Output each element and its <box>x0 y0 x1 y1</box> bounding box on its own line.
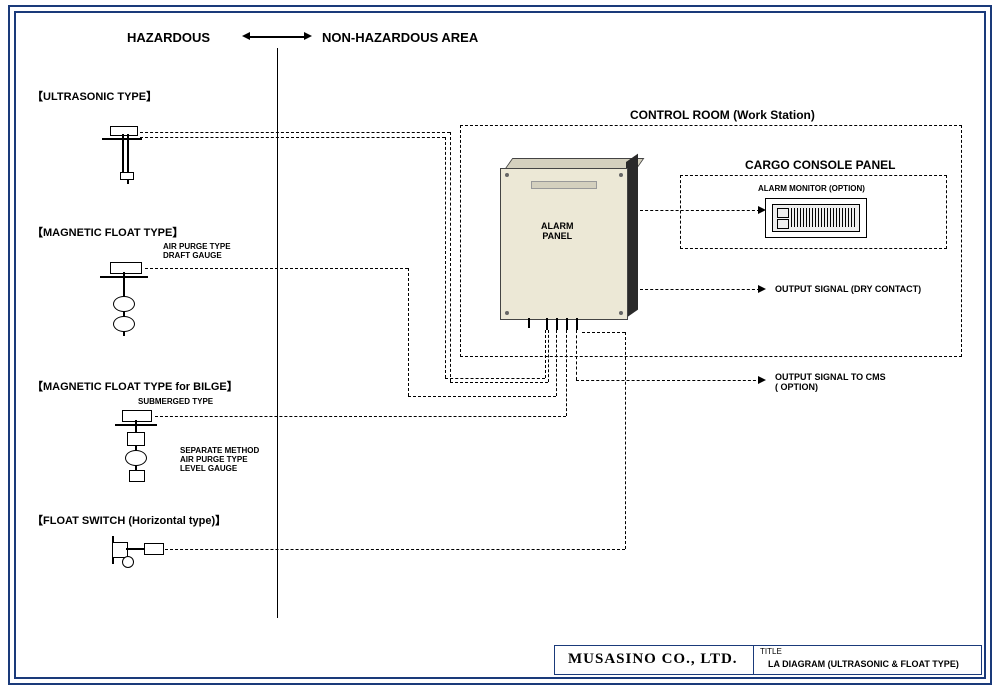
ultrasonic-label: 【ULTRASONIC TYPE】 <box>32 88 157 104</box>
company-label: MUSASINO CO., LTD. <box>568 651 738 668</box>
zone-boundary-line <box>277 48 278 618</box>
wire-magfloat-h2 <box>408 396 556 397</box>
wire-panel-monitor <box>640 210 760 211</box>
wire-dry-contact <box>640 289 760 290</box>
magfloat-bilge-label: 【MAGNETIC FLOAT TYPE for BILGE】 <box>32 378 238 394</box>
wire-ultrasonic-h2 <box>140 137 445 138</box>
floatswitch-label: 【FLOAT SWITCH (Horizontal type)】 <box>32 512 226 528</box>
nonhazardous-label: NON-HAZARDOUS AREA <box>322 30 478 45</box>
wire-ultrasonic-h1 <box>140 132 450 133</box>
wire-floatswitch-h <box>165 549 625 550</box>
alarm-monitor-icon <box>765 198 867 238</box>
wire-ultrasonic-v2 <box>445 137 446 378</box>
title-heading-label: TITLE <box>760 647 782 656</box>
magfloat-bilge-note1-label: SUBMERGED TYPE <box>138 397 213 406</box>
magfloat-note-label: AIR PURGE TYPE DRAFT GAUGE <box>163 242 231 260</box>
wire-floatswitch-h2 <box>582 332 625 333</box>
wire-bilge-v <box>566 330 567 416</box>
cms-label: OUTPUT SIGNAL TO CMS ( OPTION) <box>775 372 886 392</box>
magfloat-label: 【MAGNETIC FLOAT TYPE】 <box>32 224 183 240</box>
arrow-icon <box>758 285 766 293</box>
control-room-label: CONTROL ROOM (Work Station) <box>630 108 815 122</box>
title-value-label: LA DIAGRAM (ULTRASONIC & FLOAT TYPE) <box>768 659 959 669</box>
zone-arrow-left-icon <box>242 32 250 40</box>
wire-cms-v <box>576 330 577 380</box>
zone-arrow-line <box>250 36 304 38</box>
alarm-monitor-label: ALARM MONITOR (OPTION) <box>758 184 865 193</box>
wire-ultrasonic-h4 <box>450 382 548 383</box>
hazardous-label: HAZARDOUS <box>127 30 210 45</box>
zone-arrow-right-icon <box>304 32 312 40</box>
wire-magfloat-v <box>408 268 409 396</box>
magfloat-bilge-note2-label: SEPARATE METHOD AIR PURGE TYPE LEVEL GAU… <box>180 446 259 473</box>
alarm-panel-icon: ALARM PANEL <box>500 158 650 333</box>
arrow-icon <box>758 206 766 214</box>
wire-magfloat-h1 <box>145 268 408 269</box>
wire-ultrasonic-h3 <box>445 378 545 379</box>
wire-ultrasonic-v1 <box>450 132 451 382</box>
dry-contact-label: OUTPUT SIGNAL (DRY CONTACT) <box>775 284 921 294</box>
wire-floatswitch-v <box>625 332 626 549</box>
wire-magfloat-v2 <box>556 330 557 396</box>
cargo-console-label: CARGO CONSOLE PANEL <box>745 158 895 172</box>
wire-bilge-h <box>155 416 566 417</box>
alarm-panel-label: ALARM PANEL <box>541 221 574 241</box>
wire-ultrasonic-v4 <box>548 330 549 382</box>
arrow-icon <box>758 376 766 384</box>
wire-cms-h <box>576 380 761 381</box>
wire-ultrasonic-v3 <box>545 330 546 378</box>
